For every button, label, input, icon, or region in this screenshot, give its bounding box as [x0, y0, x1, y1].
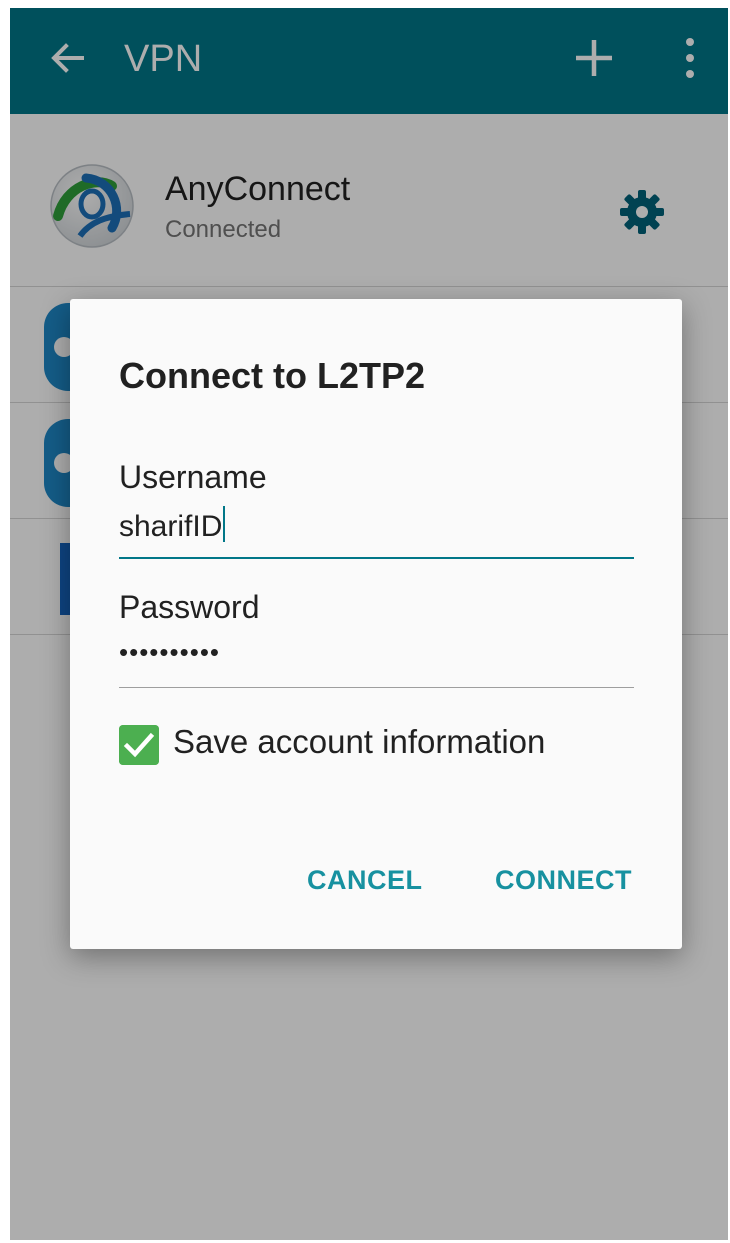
username-label: Username: [119, 459, 267, 495]
save-account-checkbox[interactable]: [119, 725, 159, 765]
dialog-title: Connect to L2TP2: [119, 355, 426, 396]
username-underline: [119, 557, 634, 559]
save-account-label[interactable]: Save account information: [173, 723, 545, 761]
username-input[interactable]: sharifID: [119, 506, 226, 544]
text-caret: [223, 506, 226, 542]
connect-button[interactable]: CONNECT: [495, 865, 632, 896]
cancel-button[interactable]: CANCEL: [307, 865, 423, 896]
password-underline: [119, 687, 634, 688]
password-label: Password: [119, 589, 260, 625]
connect-dialog: Connect to L2TP2 Username sharifID Passw…: [70, 299, 682, 949]
vpn-settings-screen: VPN AnyConnect Connected Connect to L2TP…: [10, 8, 728, 1240]
password-input[interactable]: ••••••••••: [119, 637, 220, 668]
username-value: sharifID: [119, 510, 223, 543]
